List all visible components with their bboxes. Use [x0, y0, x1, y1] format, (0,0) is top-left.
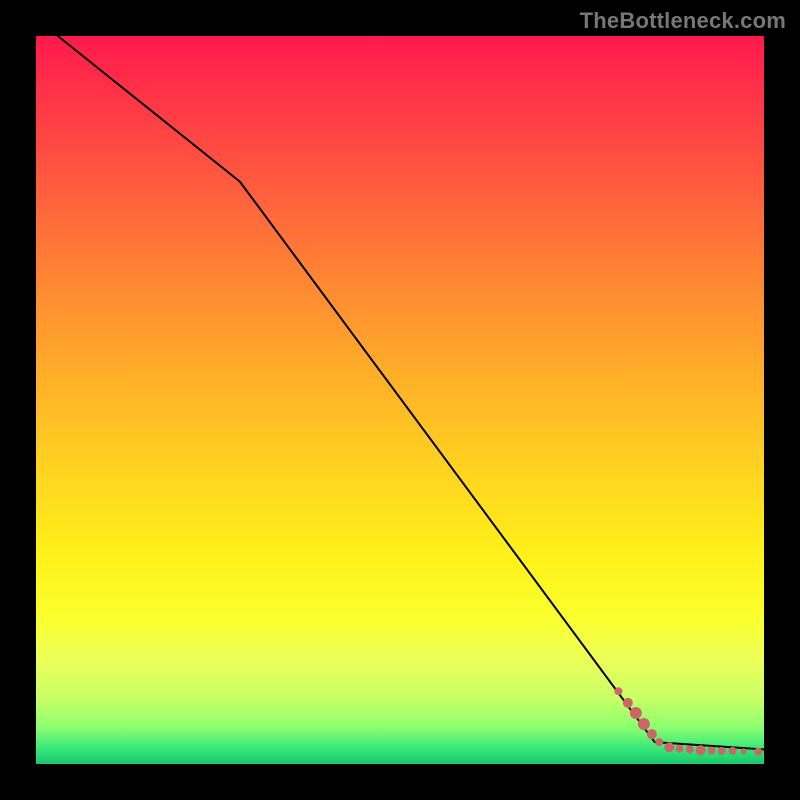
plot-area — [36, 36, 764, 764]
data-point — [741, 748, 747, 754]
data-point — [655, 738, 663, 746]
data-point — [664, 742, 674, 752]
data-point — [676, 745, 684, 753]
data-point — [630, 707, 642, 719]
data-point — [614, 687, 622, 695]
data-point — [647, 729, 657, 739]
chart-overlay — [36, 36, 764, 764]
chart-frame: TheBottleneck.com — [0, 0, 800, 800]
data-point — [729, 747, 737, 755]
data-point — [638, 718, 650, 730]
data-point — [718, 747, 726, 755]
bottleneck-curve — [58, 36, 764, 749]
data-point — [754, 748, 762, 756]
data-point — [623, 698, 633, 708]
attribution-watermark: TheBottleneck.com — [580, 8, 786, 34]
data-point — [686, 745, 694, 753]
data-point — [708, 747, 716, 755]
data-point — [696, 745, 706, 755]
